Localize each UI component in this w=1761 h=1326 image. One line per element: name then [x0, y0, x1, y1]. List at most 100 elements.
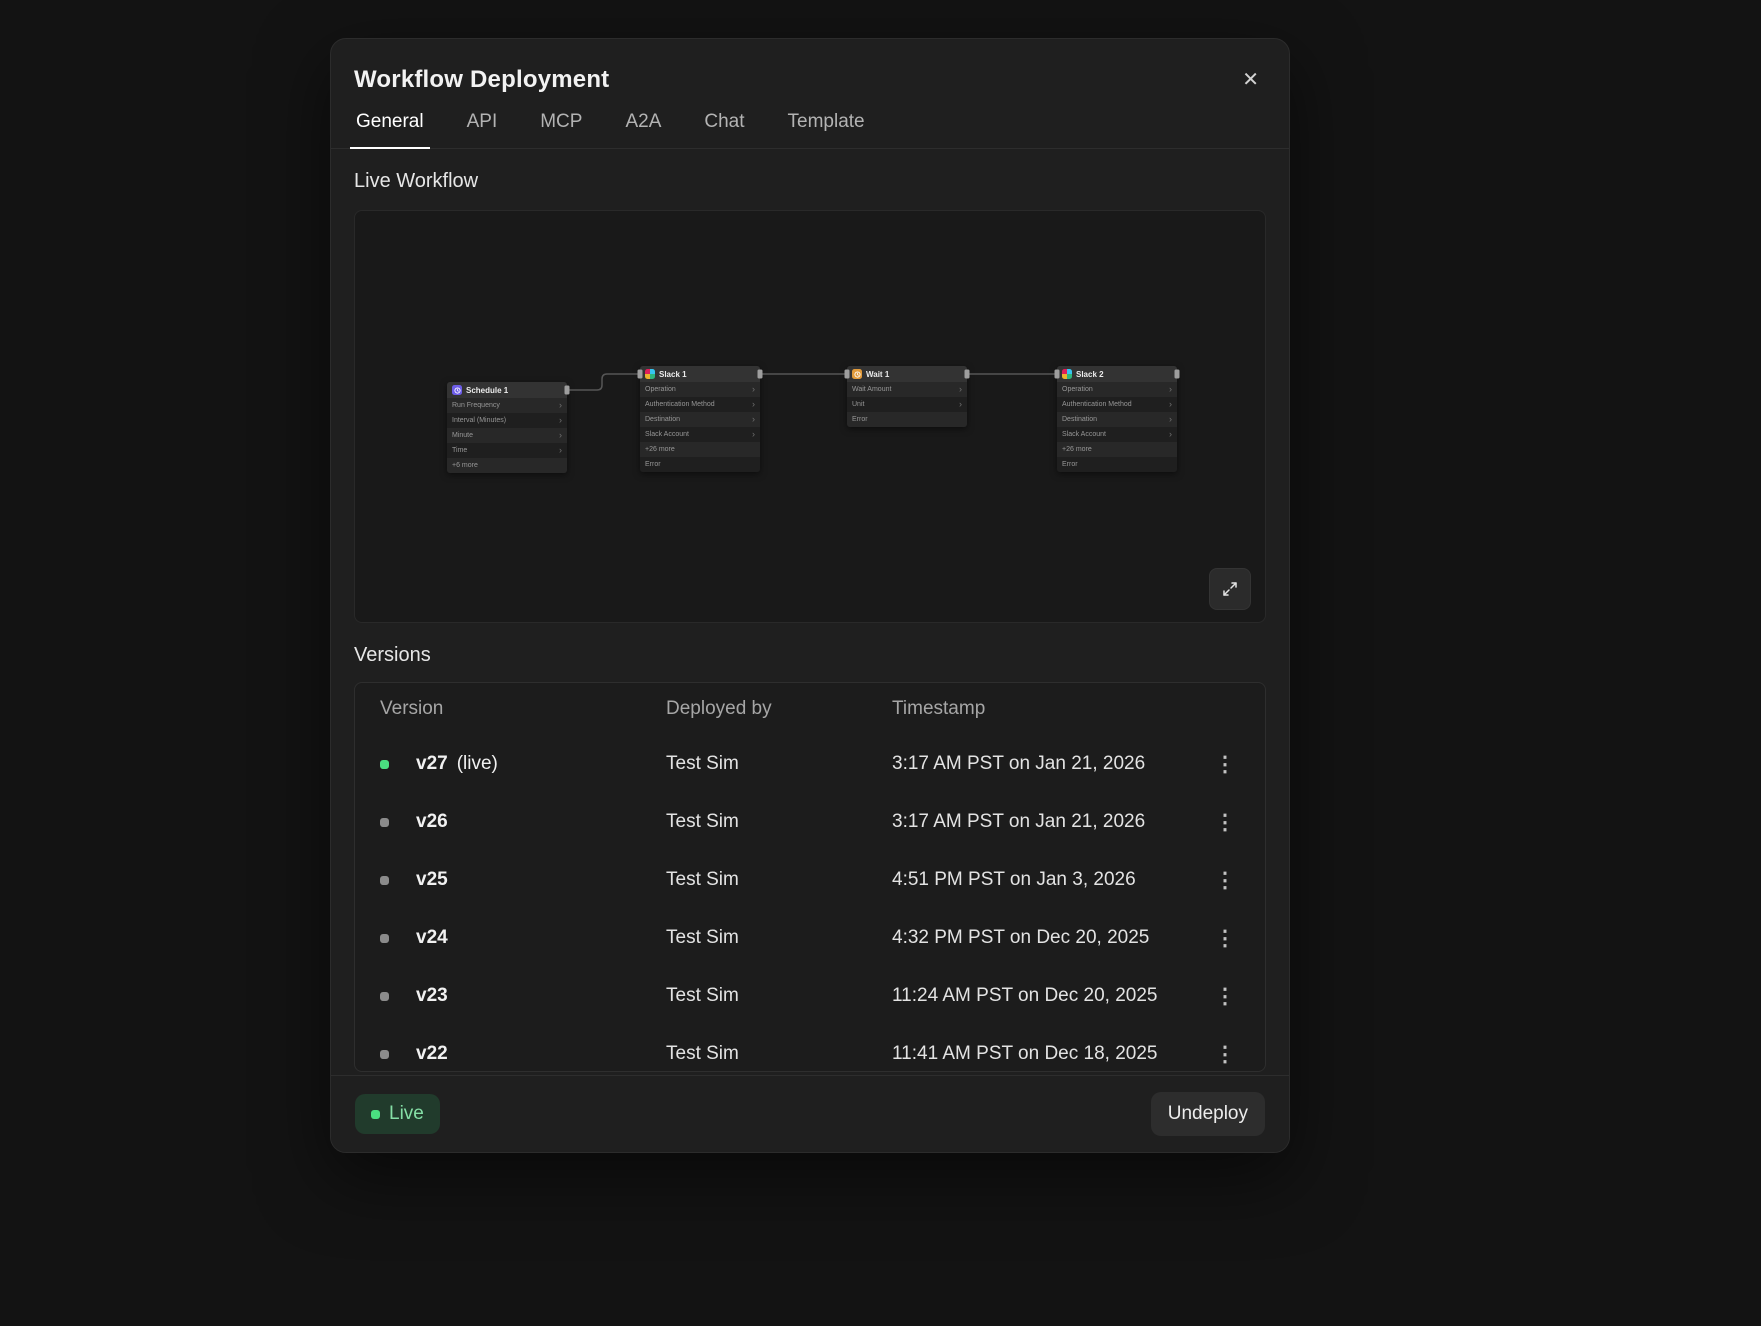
timestamp: 4:51 PM PST on Jan 3, 2026 [892, 869, 1201, 891]
expand-canvas-button[interactable] [1209, 568, 1251, 610]
node-field-label: Slack Account [645, 431, 689, 438]
deployed-by: Test Sim [666, 927, 892, 949]
tab-a2a[interactable]: A2A [623, 111, 663, 148]
timestamp: 4:32 PM PST on Dec 20, 2025 [892, 927, 1201, 949]
workflow-canvas[interactable]: Schedule 1 Run Frequency › Interval (Minu… [354, 210, 1266, 623]
versions-heading: Versions [354, 644, 1266, 667]
close-icon: ✕ [1242, 69, 1259, 91]
chevron-right-icon: › [959, 385, 962, 394]
deployed-by: Test Sim [666, 869, 892, 891]
row-menu-button[interactable]: ⋮ [1207, 924, 1244, 953]
versions-table-header: Version Deployed by Timestamp [355, 683, 1265, 735]
node-more-label: +26 more [1062, 446, 1092, 453]
node-field-label: Operation [645, 386, 676, 393]
version-row[interactable]: v26 Test Sim 3:17 AM PST on Jan 21, 2026… [355, 793, 1265, 851]
version-status-dot [380, 1050, 389, 1059]
node-field-row: Slack Account › [1057, 427, 1177, 442]
node-header: Slack 1 [640, 366, 760, 382]
node-field-row: Operation› [640, 382, 760, 397]
kebab-icon: ⋮ [1215, 753, 1236, 776]
slack-icon [1062, 369, 1072, 379]
node-field-row: Slack Account › [640, 427, 760, 442]
row-menu-button[interactable]: ⋮ [1207, 808, 1244, 837]
close-button[interactable]: ✕ [1236, 66, 1265, 94]
node-title: Slack 1 [659, 370, 687, 379]
node-field-row: Authentication Method› [1057, 397, 1177, 412]
row-menu-button[interactable]: ⋮ [1207, 750, 1244, 779]
chevron-right-icon: › [959, 400, 962, 409]
deployed-by: Test Sim [666, 1043, 892, 1065]
chevron-right-icon: › [752, 415, 755, 424]
node-schedule-1[interactable]: Schedule 1 Run Frequency › Interval (Minu… [447, 382, 567, 473]
live-status-badge: Live [355, 1094, 440, 1134]
chevron-right-icon: › [1169, 415, 1172, 424]
kebab-icon: ⋮ [1215, 927, 1236, 950]
node-title: Wait 1 [866, 370, 889, 379]
node-field-row: Authentication Method › [640, 397, 760, 412]
undeploy-button[interactable]: Undeploy [1151, 1092, 1265, 1136]
wait-icon [852, 369, 862, 379]
chevron-right-icon: › [559, 401, 562, 410]
tab-mcp[interactable]: MCP [538, 111, 584, 148]
node-field-label: Interval (Minutes) [452, 417, 506, 424]
node-wait-1[interactable]: Wait 1 Wait Amount› Unit› Error [847, 366, 967, 427]
node-rows: Run Frequency › Interval (Minutes) › Minut… [447, 398, 567, 473]
node-more-row: +26 more [640, 442, 760, 457]
deployed-by: Test Sim [666, 811, 892, 833]
version-number: v27 [416, 753, 448, 775]
version-row[interactable]: v22 Test Sim 11:41 AM PST on Dec 18, 202… [355, 1025, 1265, 1072]
node-slack-1[interactable]: Slack 1 Operation› Authentication Method… [640, 366, 760, 472]
node-error-row: Error [1057, 457, 1177, 472]
node-field-label: Slack Account [1062, 431, 1106, 438]
slack-icon [645, 369, 655, 379]
tab-chat[interactable]: Chat [702, 111, 746, 148]
node-slack-2[interactable]: Slack 2 Operation › Authentication Method… [1057, 366, 1177, 472]
chevron-right-icon: › [559, 416, 562, 425]
node-field-row: Destination› [1057, 412, 1177, 427]
row-menu-button[interactable]: ⋮ [1207, 866, 1244, 895]
chevron-right-icon: › [752, 400, 755, 409]
node-field-row: Minute› [447, 428, 567, 443]
version-row[interactable]: v25 Test Sim 4:51 PM PST on Jan 3, 2026 … [355, 851, 1265, 909]
node-field-label: Operation [1062, 386, 1093, 393]
deployed-by: Test Sim [666, 985, 892, 1007]
version-row[interactable]: v24 Test Sim 4:32 PM PST on Dec 20, 2025… [355, 909, 1265, 967]
version-label: v27 (live) [416, 753, 666, 775]
version-live-suffix: (live) [457, 753, 498, 775]
chevron-right-icon: › [559, 446, 562, 455]
deployed-by: Test Sim [666, 753, 892, 775]
node-title: Slack 2 [1076, 370, 1104, 379]
node-rows: Wait Amount› Unit› Error [847, 382, 967, 427]
row-menu-button[interactable]: ⋮ [1207, 1040, 1244, 1069]
kebab-icon: ⋮ [1215, 985, 1236, 1008]
node-field-row: Run Frequency › [447, 398, 567, 413]
schedule-icon [452, 385, 462, 395]
kebab-icon: ⋮ [1215, 1043, 1236, 1066]
version-row[interactable]: v27(live) Test Sim 3:17 AM PST on Jan 21… [355, 735, 1265, 793]
tab-general[interactable]: General [354, 111, 426, 148]
node-field-label: Time [452, 447, 467, 454]
version-status-dot [380, 992, 389, 1001]
kebab-icon: ⋮ [1215, 869, 1236, 892]
chevron-right-icon: › [752, 430, 755, 439]
tab-template[interactable]: Template [786, 111, 867, 148]
node-field-label: Run Frequency [452, 402, 500, 409]
column-version: Version [380, 698, 666, 720]
timestamp: 3:17 AM PST on Jan 21, 2026 [892, 811, 1201, 833]
modal-header: Workflow Deployment ✕ [331, 39, 1289, 94]
tab-api[interactable]: API [465, 111, 500, 148]
chevron-right-icon: › [1169, 385, 1172, 394]
version-row[interactable]: v23 Test Sim 11:24 AM PST on Dec 20, 202… [355, 967, 1265, 1025]
row-menu-button[interactable]: ⋮ [1207, 982, 1244, 1011]
node-title: Schedule 1 [466, 386, 508, 395]
column-timestamp: Timestamp [892, 698, 1201, 720]
version-label: v24 [416, 927, 666, 949]
expand-icon [1222, 581, 1238, 597]
version-number: v24 [416, 927, 448, 949]
node-field-label: Authentication Method [645, 401, 715, 408]
tab-bar: General API MCP A2A Chat Template [331, 111, 1289, 149]
modal-content: Live Workflow [331, 170, 1289, 1072]
chevron-right-icon: › [1169, 430, 1172, 439]
modal-footer: Live Undeploy [331, 1075, 1289, 1152]
node-field-row: Unit› [847, 397, 967, 412]
